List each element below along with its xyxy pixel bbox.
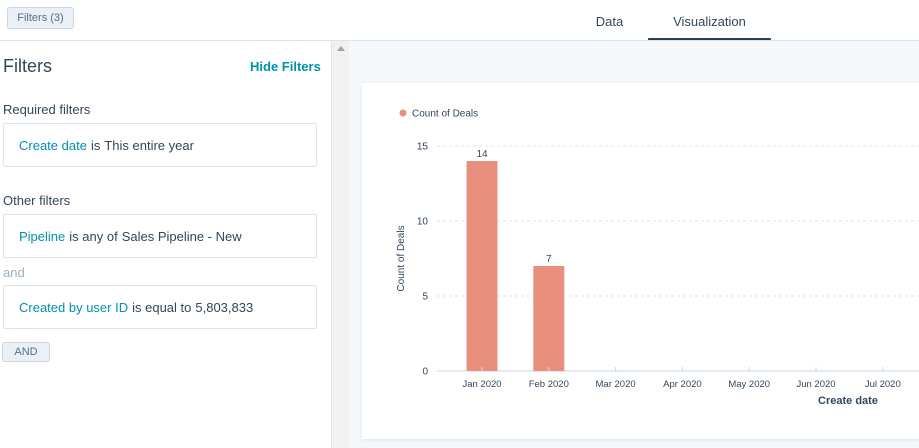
filters-panel: Filters Hide Filters Required filters Cr… (0, 41, 331, 448)
chart-gridlines (437, 145, 919, 372)
x-tick-label: Feb 2020 (529, 379, 569, 390)
filter-value: 5,803,833 (195, 299, 254, 315)
required-filters-heading: Required filters (3, 102, 91, 117)
x-tick-label: May 2020 (728, 379, 770, 390)
filter-operator: is (90, 137, 101, 153)
bar-chart: Count of Deals 0 5 10 15 14 7 Jan 2020 Feb 20… (396, 109, 919, 407)
x-tick-label: Mar 2020 (596, 379, 636, 390)
tab-data-label: Data (595, 13, 624, 29)
filters-toggle-button[interactable]: Filters (3) (7, 7, 74, 29)
bar[interactable] (466, 161, 498, 371)
view-tabs: Data Visualization (571, 0, 771, 42)
hide-filters-link[interactable]: Hide Filters (250, 59, 321, 74)
legend-marker (399, 109, 407, 117)
y-tick-label: 15 (417, 142, 429, 153)
other-filters-heading: Other filters (3, 193, 71, 208)
x-tick-label: Jun 2020 (796, 379, 835, 390)
filter-value: Sales Pipeline - New (121, 228, 242, 244)
y-tick-label: 10 (417, 217, 429, 228)
legend-label: Count of Deals (412, 109, 478, 120)
x-tick-label: Jul 2020 (865, 379, 901, 390)
bar-data-label: 7 (546, 254, 552, 265)
tab-visualization-label: Visualization (673, 13, 746, 29)
bar-data-label: 14 (476, 149, 488, 160)
x-tick-label: Jan 2020 (462, 379, 501, 390)
filter-value: This entire year (104, 137, 194, 153)
filter-operator: is equal to (132, 299, 192, 315)
x-tick-label: Apr 2020 (663, 379, 702, 390)
filter-created-by-user[interactable]: Created by user ID is equal to 5,803,833 (3, 285, 317, 329)
y-tick-label: 5 (422, 292, 428, 303)
tab-data[interactable]: Data (571, 0, 648, 42)
bar[interactable] (533, 266, 565, 371)
filter-joiner-text: and (3, 265, 25, 280)
tab-visualization[interactable]: Visualization (648, 0, 771, 42)
filter-pipeline[interactable]: Pipeline is any of Sales Pipeline - New (3, 214, 317, 258)
x-axis-ticks: Jan 2020 Feb 2020 Mar 2020 Apr 2020 May 2020… (462, 367, 901, 390)
y-axis-ticks: 0 5 10 15 (417, 142, 429, 378)
filter-property: Create date (19, 137, 87, 153)
filter-create-date[interactable]: Create date is This entire year (3, 123, 317, 167)
filter-property: Created by user ID (19, 299, 129, 315)
chart-bars: 14 7 (466, 149, 565, 371)
x-axis-label: Create date (818, 395, 878, 407)
filter-operator: is any of (69, 228, 118, 244)
filter-property: Pipeline (19, 228, 66, 244)
add-and-filter-button[interactable]: AND (2, 342, 50, 362)
chart-card: Count of Deals 0 5 10 15 14 7 Jan 2020 Feb 20… (362, 83, 919, 439)
scroll-up-arrow-icon[interactable] (337, 46, 345, 51)
filters-panel-title: Filters (3, 56, 52, 76)
y-axis-label: Count of Deals (396, 225, 407, 291)
y-tick-label: 0 (422, 367, 428, 378)
filters-scrollbar[interactable] (331, 41, 349, 448)
chart-legend: Count of Deals (399, 109, 478, 120)
